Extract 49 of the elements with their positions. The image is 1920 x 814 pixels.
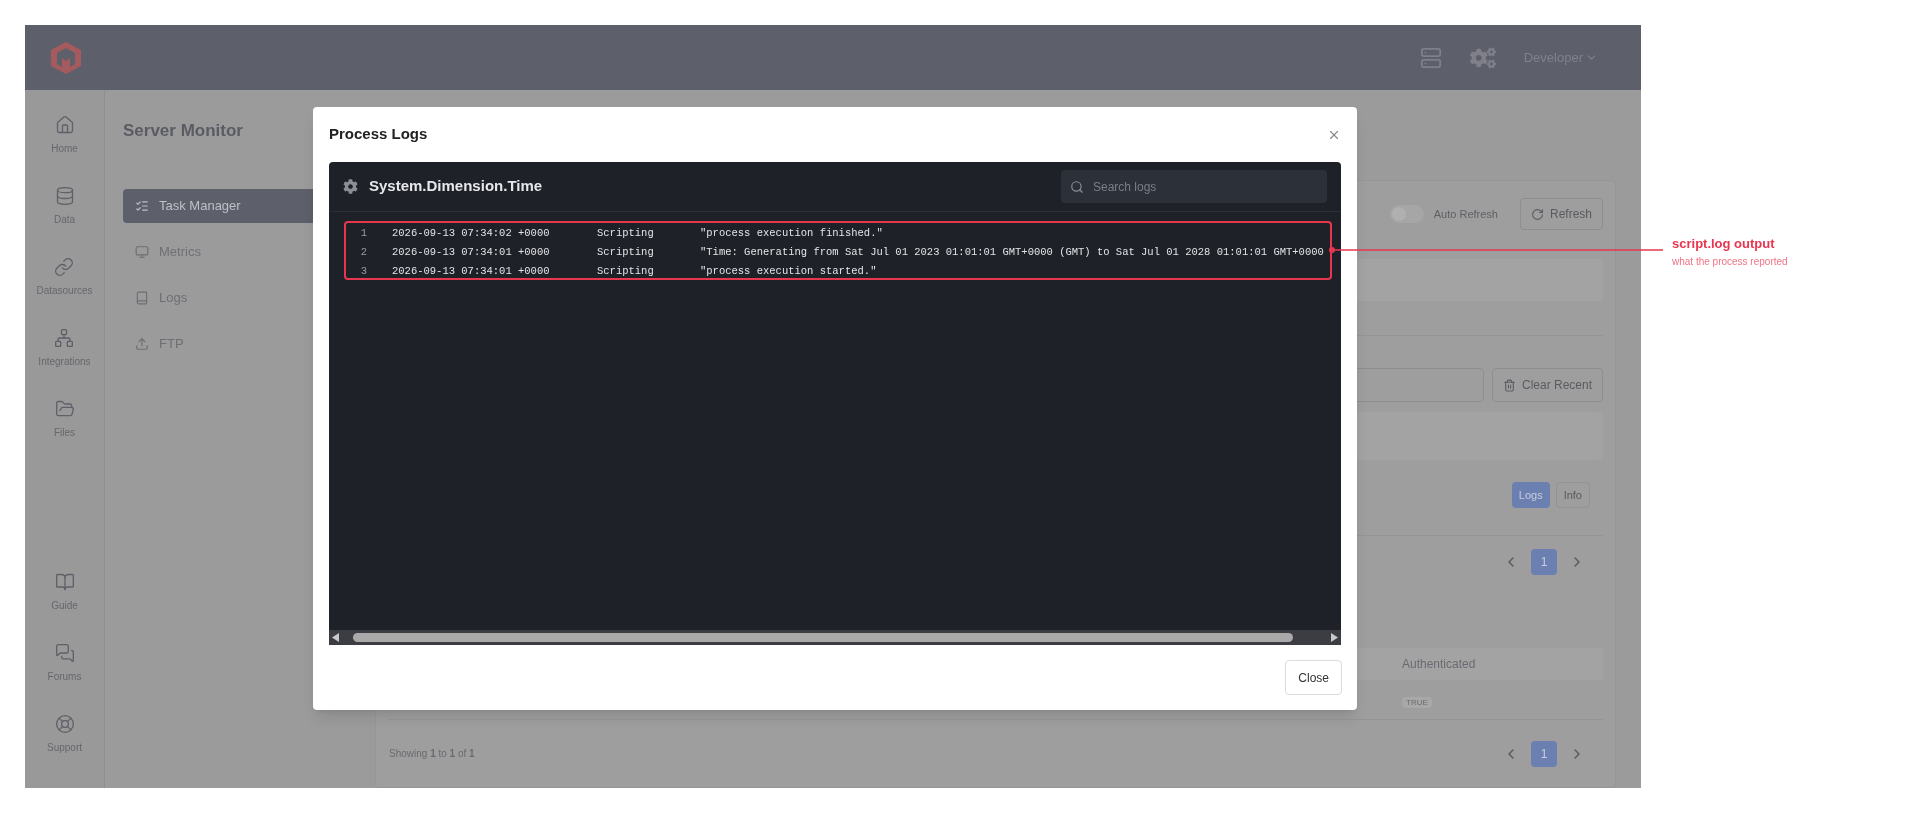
gear-icon xyxy=(343,179,358,194)
page-title: Server Monitor xyxy=(123,120,243,142)
view-tab[interactable]: Logs xyxy=(1511,482,1550,508)
monitor-icon xyxy=(135,244,149,259)
log-message: "process execution finished." xyxy=(700,225,883,241)
log-message: "process execution started." xyxy=(700,263,877,279)
settings-icon[interactable] xyxy=(1469,45,1496,70)
line-number: 3 xyxy=(359,263,367,279)
logo-icon xyxy=(50,40,82,75)
upload-icon xyxy=(135,336,149,351)
log-source: Scripting xyxy=(597,263,655,279)
checklist-icon xyxy=(135,198,149,213)
scroll-right-icon[interactable] xyxy=(1331,633,1338,642)
log-timestamp: 2026-09-13 07:34:02 +0000 xyxy=(392,225,551,241)
home-icon xyxy=(54,115,75,135)
lifebuoy-icon xyxy=(54,714,75,734)
horizontal-scrollbar[interactable] xyxy=(329,630,1341,645)
book-icon xyxy=(54,572,75,592)
refresh-button[interactable]: Refresh xyxy=(1519,198,1603,230)
log-timestamp: 2026-09-13 07:34:01 +0000 xyxy=(392,244,551,260)
log-timestamp: 2026-09-13 07:34:01 +0000 xyxy=(392,263,551,279)
clear-recent-button[interactable]: Clear Recent xyxy=(1491,368,1603,402)
log-source: Scripting xyxy=(597,225,655,241)
log-source: Scripting xyxy=(597,244,655,260)
trash-icon xyxy=(1502,378,1516,392)
toggle-label: Auto Refresh xyxy=(1433,206,1498,222)
close-button[interactable]: Close xyxy=(1285,660,1342,695)
dialog-title: Process Logs xyxy=(329,124,428,145)
panel-title: System.Dimension.Time xyxy=(369,176,543,197)
folder-icon xyxy=(54,399,75,419)
log-search-field[interactable]: Search logs xyxy=(1061,170,1327,203)
log-message: "Time: Generating from Sat Jul 01 2023 01:01:01 GMT+0000 (GMT) to Sat Jul 01 2028 01:01:01 GMT+0000 xyxy=(700,244,1324,260)
book-icon xyxy=(135,290,149,305)
scroll-left-icon[interactable] xyxy=(332,633,339,642)
search-icon xyxy=(1070,179,1084,194)
line-number: 2 xyxy=(359,244,367,260)
annotation-subtitle: what the process reported xyxy=(1672,254,1788,269)
annotation-title: script.log output xyxy=(1672,235,1776,253)
refresh-icon xyxy=(1530,207,1544,221)
link-icon xyxy=(54,257,75,277)
network-icon xyxy=(54,328,75,348)
server-icon[interactable] xyxy=(1419,46,1442,69)
database-icon xyxy=(54,186,75,206)
page-button[interactable]: 1 xyxy=(1531,740,1557,767)
chat-icon xyxy=(54,643,75,663)
page-button[interactable]: 1 xyxy=(1531,549,1557,575)
view-tab[interactable]: Info xyxy=(1555,482,1590,508)
line-number: 1 xyxy=(359,225,367,241)
column-header: Authenticated xyxy=(1402,656,1477,673)
